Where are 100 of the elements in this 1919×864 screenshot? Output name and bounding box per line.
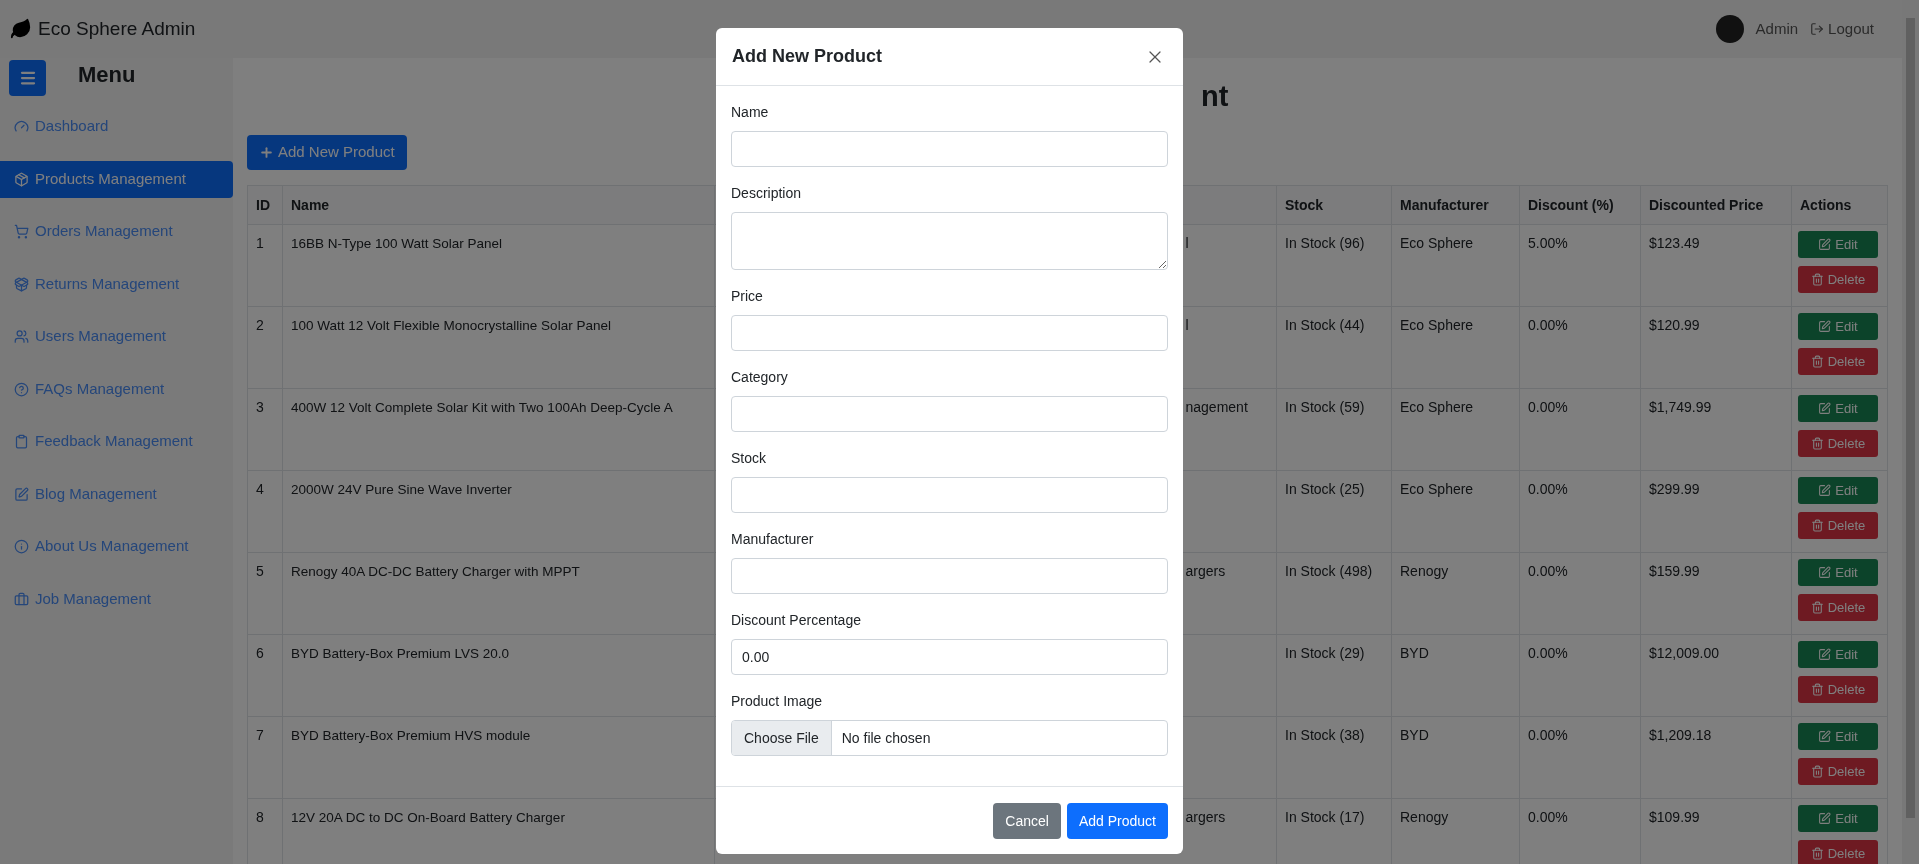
field-label: Name xyxy=(731,103,770,122)
table-cell: In Stock (38) xyxy=(1285,727,1365,743)
table-cell: 0.00% xyxy=(1528,727,1568,743)
trash-icon xyxy=(1810,601,1824,614)
gauge-icon xyxy=(14,119,29,134)
add-product-button[interactable]: Add New Product xyxy=(247,135,407,170)
file-input[interactable]: Choose File No file chosen xyxy=(731,720,1168,756)
delete-button[interactable]: Delete xyxy=(1798,840,1878,864)
edit-icon xyxy=(1818,238,1832,251)
logout-icon xyxy=(1810,22,1825,36)
input-field[interactable] xyxy=(731,315,1168,351)
field-label: Price xyxy=(731,287,764,306)
table-cell: $1,209.18 xyxy=(1649,727,1712,743)
input-field[interactable] xyxy=(731,131,1168,167)
edit-button[interactable]: Edit xyxy=(1798,477,1878,504)
table-cell: Renogy 40A DC-DC Battery Charger with MPPT xyxy=(291,564,580,579)
field-label: Category xyxy=(731,368,789,387)
sidebar-item[interactable]: Users Management xyxy=(0,318,233,355)
menu-title: Menu xyxy=(78,60,136,89)
trash-icon xyxy=(1810,847,1824,860)
info-icon xyxy=(14,539,29,554)
trash-icon xyxy=(1810,683,1824,696)
edit-button[interactable]: Edit xyxy=(1798,723,1878,750)
sidebar-item[interactable]: About Us Management xyxy=(0,528,233,565)
table-cell: 0.00% xyxy=(1528,809,1568,825)
sidebar-item[interactable]: Orders Management xyxy=(0,213,233,250)
edit-icon xyxy=(1818,320,1832,333)
avatar[interactable] xyxy=(1715,15,1744,43)
page-heading: nt xyxy=(1201,78,1229,114)
table-cell: $109.99 xyxy=(1649,809,1700,825)
logout-link[interactable]: Logout xyxy=(1810,17,1874,41)
table-cell: 4 xyxy=(256,481,264,497)
cart-icon xyxy=(14,224,29,239)
scrollbar[interactable] xyxy=(1902,0,1919,864)
table-cell: Eco Sphere xyxy=(1400,399,1474,415)
briefcase-icon xyxy=(14,591,29,607)
field-label: Manufacturer xyxy=(731,530,815,549)
table-cell: In Stock (17) xyxy=(1285,809,1365,825)
delete-button[interactable]: Delete xyxy=(1798,266,1878,293)
sidebar-item[interactable]: Products Management xyxy=(0,160,233,198)
column-header: Name xyxy=(291,196,330,213)
table-cell: $1,749.99 xyxy=(1649,399,1712,415)
table-cell: Renogy xyxy=(1400,563,1449,579)
sidebar-item[interactable]: FAQs Management xyxy=(0,370,233,408)
plus-icon xyxy=(259,145,274,160)
delete-button[interactable]: Delete xyxy=(1798,430,1878,457)
column-header: Manufacturer xyxy=(1400,196,1489,213)
edit-icon xyxy=(1818,812,1832,825)
sidebar-item[interactable]: Returns Management xyxy=(0,265,233,303)
column-header: Actions xyxy=(1800,196,1852,213)
delete-button[interactable]: Delete xyxy=(1798,348,1878,375)
edit-icon xyxy=(1818,402,1832,415)
users-icon xyxy=(14,329,29,344)
table-cell: 3 xyxy=(256,399,264,415)
question-icon xyxy=(14,381,29,397)
choose-file-button[interactable]: Choose File xyxy=(732,721,832,755)
delete-button[interactable]: Delete xyxy=(1798,594,1878,621)
table-cell: 0.00% xyxy=(1528,481,1568,497)
table-cell: $123.49 xyxy=(1649,235,1700,251)
edit-icon xyxy=(1818,484,1832,497)
description-field[interactable] xyxy=(731,212,1168,270)
edit-icon xyxy=(1818,648,1832,661)
field-label: Product Image xyxy=(731,692,824,711)
edit-icon xyxy=(1818,566,1832,579)
edit-button[interactable]: Edit xyxy=(1798,805,1878,832)
field-label: Stock xyxy=(731,449,767,468)
edit-button[interactable]: Edit xyxy=(1798,231,1878,258)
input-field[interactable] xyxy=(731,477,1168,513)
table-cell: 12V 20A DC to DC On-Board Battery Charger xyxy=(291,810,565,825)
table-cell: 2 xyxy=(256,317,264,333)
cancel-button[interactable]: Cancel xyxy=(993,803,1061,839)
edit-button[interactable]: Edit xyxy=(1798,395,1878,422)
table-cell: 0.00% xyxy=(1528,317,1568,333)
table-cell: $120.99 xyxy=(1649,317,1700,333)
column-header: Stock xyxy=(1285,196,1324,213)
table-cell: 5 xyxy=(256,563,264,579)
sidebar-item[interactable]: Blog Management xyxy=(0,475,233,513)
edit-button[interactable]: Edit xyxy=(1798,313,1878,340)
delete-button[interactable]: Delete xyxy=(1798,758,1878,785)
add-product-submit-button[interactable]: Add Product xyxy=(1066,803,1168,839)
input-field[interactable] xyxy=(731,558,1168,594)
table-cell: Eco Sphere xyxy=(1400,481,1474,497)
table-cell: Renogy xyxy=(1400,809,1449,825)
table-cell: BYD xyxy=(1400,645,1429,661)
table-cell: In Stock (25) xyxy=(1285,481,1365,497)
delete-button[interactable]: Delete xyxy=(1798,676,1878,703)
edit-button[interactable]: Edit xyxy=(1798,559,1878,586)
table-cell: 0.00% xyxy=(1528,399,1568,415)
table-cell: 8 xyxy=(256,809,264,825)
table-cell: l xyxy=(1185,317,1189,333)
sidebar-item[interactable]: Job Management xyxy=(0,580,233,618)
input-field[interactable] xyxy=(731,396,1168,432)
table-cell: $159.99 xyxy=(1649,563,1700,579)
edit-button[interactable]: Edit xyxy=(1798,641,1878,668)
delete-button[interactable]: Delete xyxy=(1798,512,1878,539)
menu-button[interactable] xyxy=(9,60,46,96)
table-cell: 1 xyxy=(256,235,264,251)
input-field[interactable]: 0.00 xyxy=(731,639,1168,675)
sidebar-item[interactable]: Feedback Management xyxy=(0,423,233,460)
sidebar-item[interactable]: Dashboard xyxy=(0,108,233,145)
